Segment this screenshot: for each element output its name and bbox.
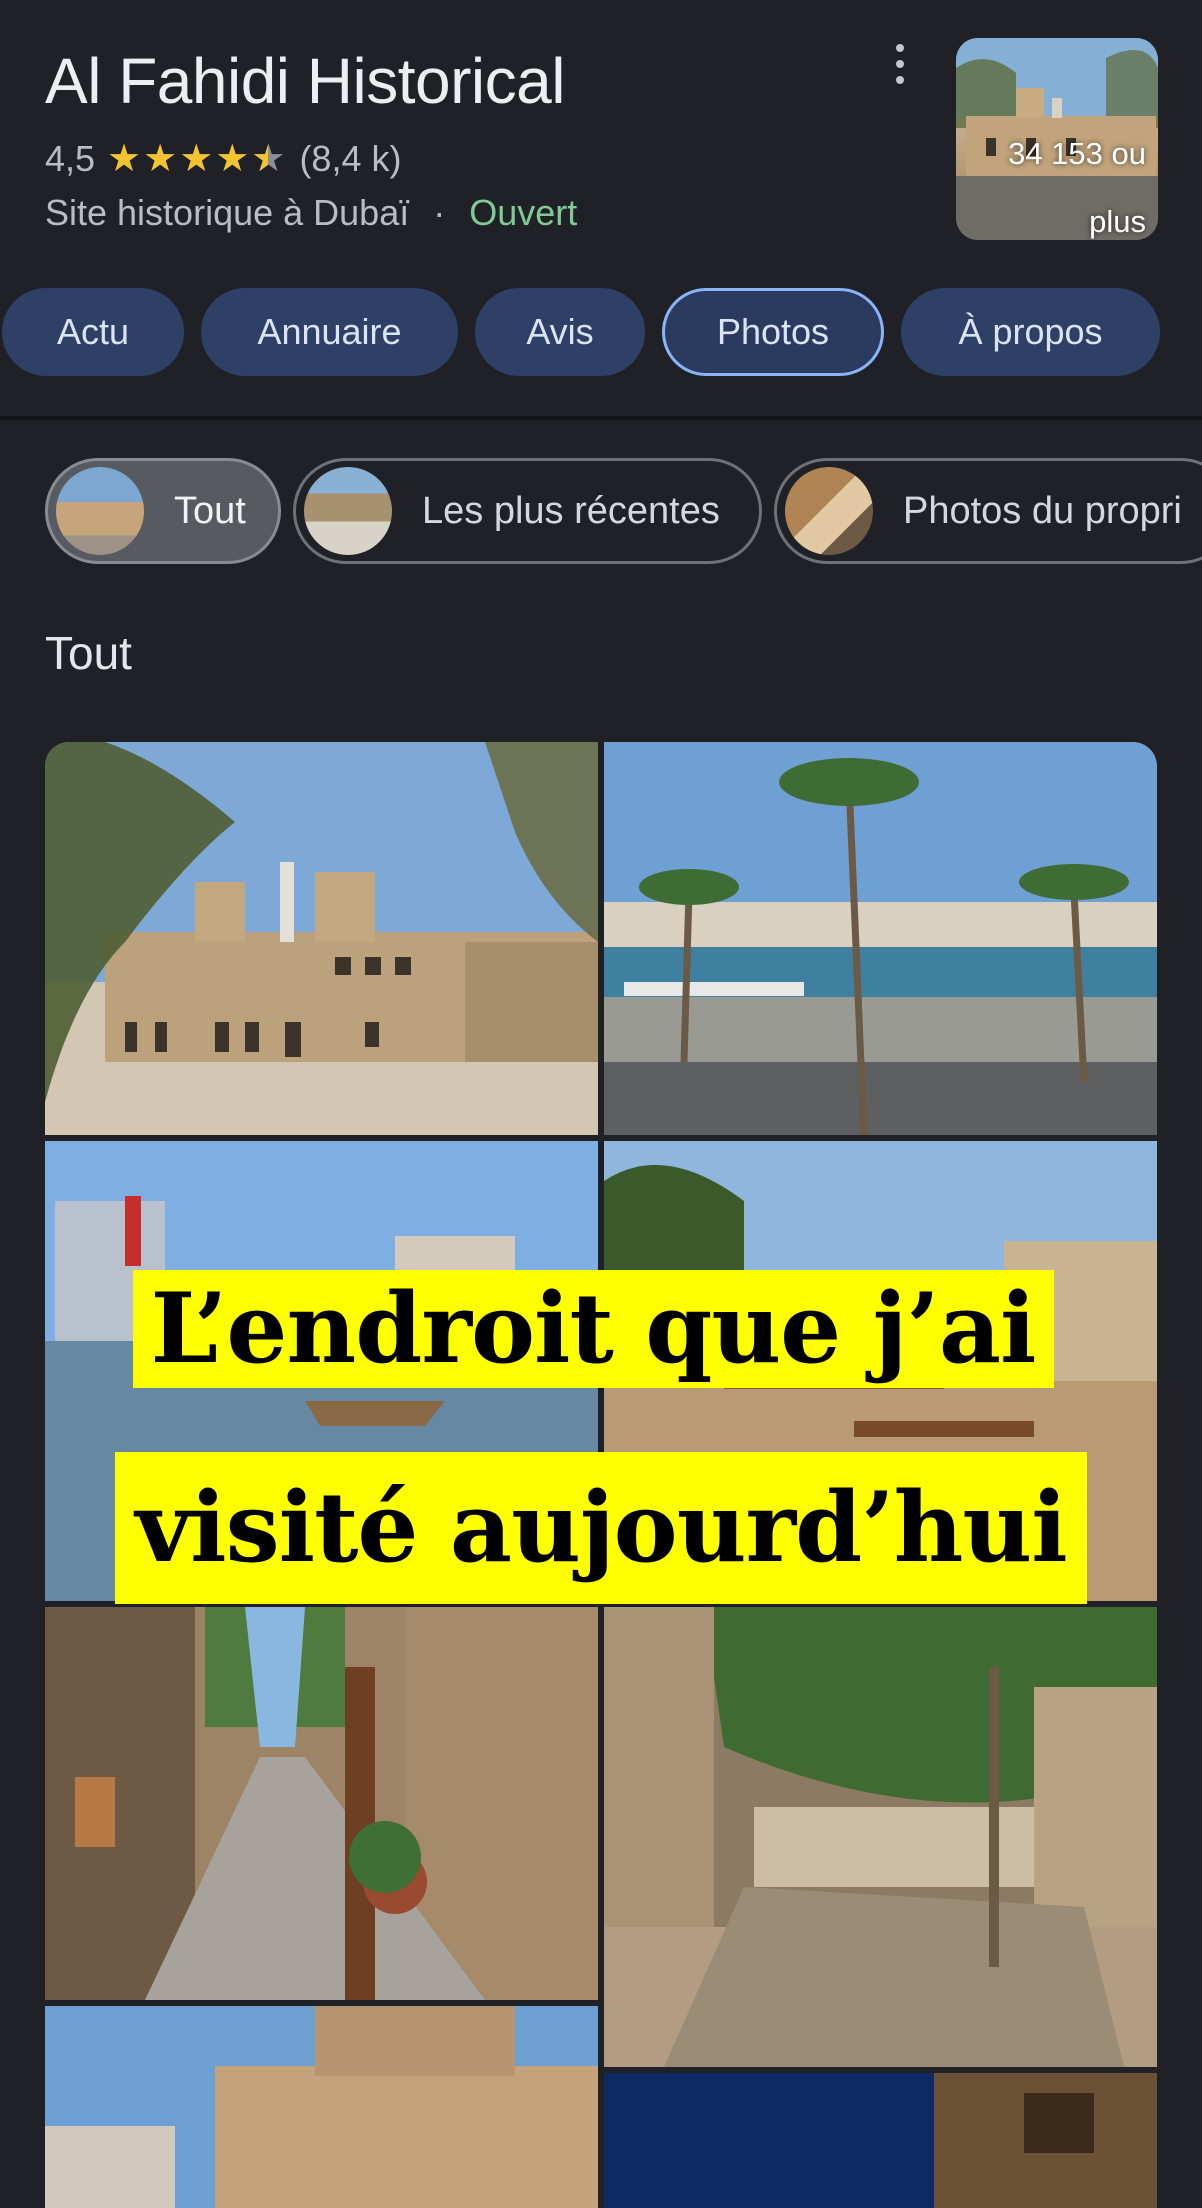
photo-count-line2: plus <box>1089 204 1146 239</box>
filter-chip-recentes[interactable]: Les plus récentes <box>293 458 762 564</box>
tab-annuaire[interactable]: Annuaire <box>201 288 458 376</box>
photo-heritage-building[interactable] <box>45 742 598 1135</box>
photo-creek-palms[interactable] <box>604 742 1157 1135</box>
place-category: Site historique à Dubaï <box>45 192 410 233</box>
tab-actu[interactable]: Actu <box>2 288 184 376</box>
filter-chip-proprietaire[interactable]: Photos du propri <box>774 458 1202 564</box>
overlay-caption-line1-wrap: L’endroit que j’ai <box>0 1270 1202 1388</box>
place-title: Al Fahidi Historical <box>45 45 565 117</box>
overlay-caption-line1: L’endroit que j’ai <box>132 1270 1054 1388</box>
star-icon: ★ <box>215 138 250 180</box>
tab-a-propos[interactable]: À propos <box>901 288 1160 376</box>
open-status: Ouvert <box>469 192 578 233</box>
photo-count: 34 153 ou plus <box>1008 120 1146 240</box>
photo-night-view[interactable] <box>604 2073 1157 2208</box>
chip-thumbnail <box>56 467 144 555</box>
photo-fort-walls[interactable] <box>45 2006 598 2208</box>
chip-label: Les plus récentes <box>422 489 720 532</box>
separator-dot: · <box>433 192 446 233</box>
tab-avis[interactable]: Avis <box>475 288 645 376</box>
photo-count-line1: 34 153 ou <box>1008 136 1146 171</box>
overlay-caption-line2-wrap: visité aujourd’hui <box>0 1452 1202 1604</box>
rating-value: 4,5 <box>45 137 96 179</box>
star-icon: ★ <box>179 138 214 180</box>
photo-narrow-alley[interactable] <box>45 1607 598 2000</box>
filter-chip-tout[interactable]: Tout <box>45 458 281 564</box>
star-icon: ★ <box>143 138 178 180</box>
place-subtitle: Site historique à Dubaï · Ouvert <box>45 192 577 234</box>
half-star-icon: ★ <box>251 136 285 181</box>
rating-stars: ★ ★ ★ ★ ★ <box>105 136 285 181</box>
rating-row[interactable]: 4,5 ★ ★ ★ ★ ★ (8,4 k) <box>45 136 401 181</box>
tab-photos[interactable]: Photos <box>662 288 884 376</box>
photo-tree-courtyard[interactable] <box>604 1607 1157 2067</box>
chip-thumbnail <box>304 467 392 555</box>
star-icon: ★ <box>107 138 142 180</box>
overlay-caption-line2: visité aujourd’hui <box>115 1452 1087 1604</box>
tabs-divider <box>0 416 1202 420</box>
section-title: Tout <box>45 627 132 679</box>
header-photo-thumbnail[interactable]: 34 153 ou plus <box>956 38 1158 240</box>
review-count: (8,4 k) <box>299 137 402 179</box>
chip-label: Photos du propri <box>903 489 1182 532</box>
chip-thumbnail <box>785 467 873 555</box>
more-vert-icon[interactable] <box>884 40 916 88</box>
chip-label: Tout <box>174 489 246 532</box>
